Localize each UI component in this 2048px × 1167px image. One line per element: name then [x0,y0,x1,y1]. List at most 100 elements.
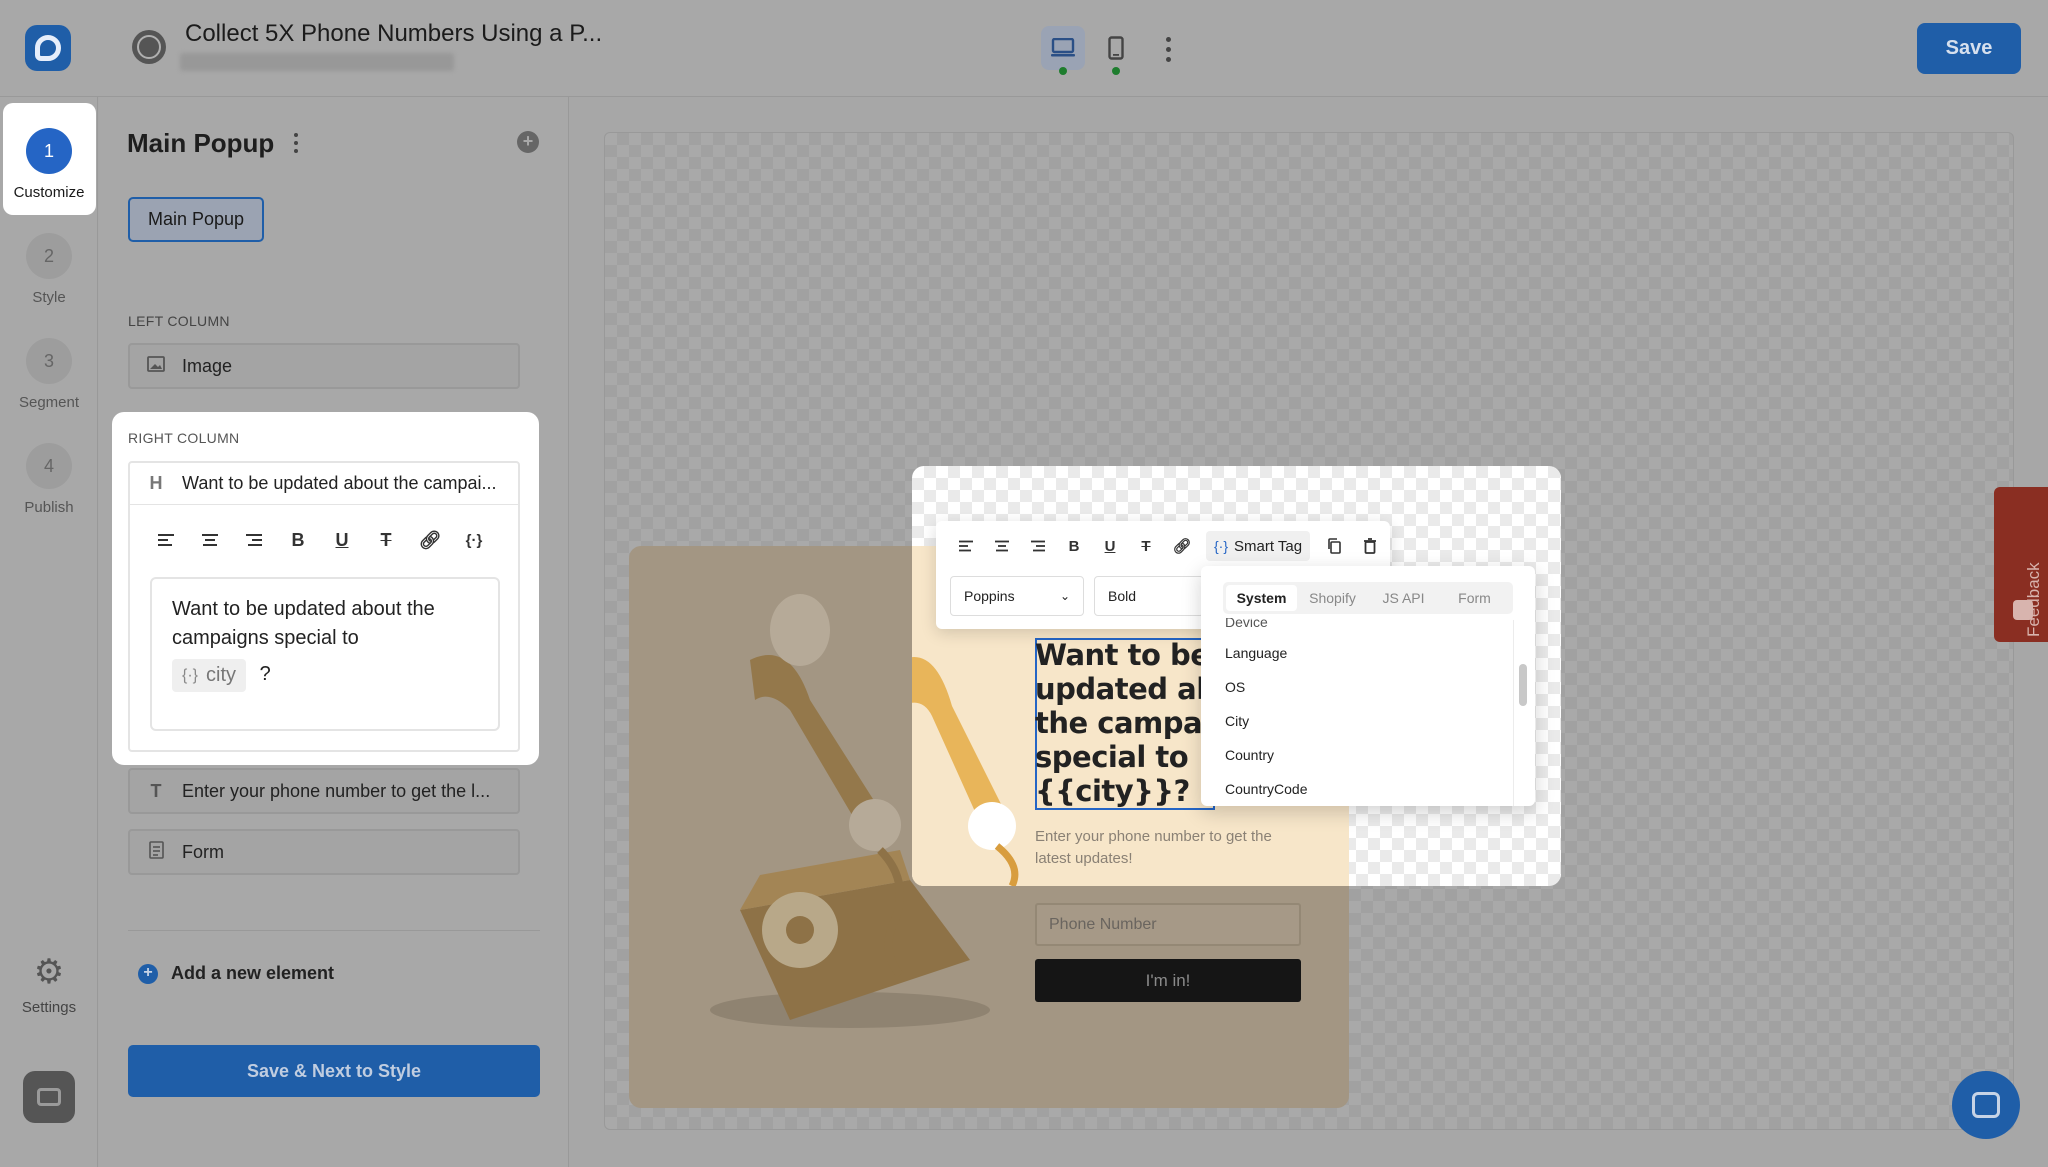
chat-launcher-button[interactable] [1952,1071,2020,1139]
panel-title: Main Popup [127,128,275,158]
align-right-icon[interactable] [232,525,276,555]
element-label: Image [182,355,233,376]
align-left-icon[interactable] [144,525,188,555]
list-item[interactable]: Language [1225,636,1505,670]
laptop-icon [1051,38,1075,57]
element-label: Form [182,841,224,862]
trash-icon[interactable] [1352,531,1388,561]
list-item[interactable]: CountryCode [1225,772,1505,806]
step-number: 4 [26,443,72,489]
popup-chip[interactable]: Main Popup [128,197,265,242]
save-next-button[interactable]: Save & Next to Style [128,1045,540,1097]
smart-tag-dropdown: System Shopify JS API Form Device Langua… [1201,566,1535,806]
heading-text-editor[interactable]: Want to be updated about the campaigns s… [150,577,500,731]
tab-shopify[interactable]: Shopify [1297,585,1368,611]
list-item[interactable]: Country [1225,738,1505,772]
more-options-icon[interactable] [1160,34,1176,64]
step-label: Customize [13,184,85,201]
smart-tag-chip[interactable]: {·} city [172,659,247,692]
tab-form[interactable]: Form [1439,585,1510,611]
align-left-icon[interactable] [948,531,984,561]
list-item[interactable]: Device [1225,618,1505,636]
smart-tag-list: Device Language OS City Country CountryC… [1225,618,1505,806]
save-button[interactable]: Save [1917,23,2021,74]
strikethrough-icon[interactable]: T [1128,531,1164,561]
smart-tag-icon: {·} [1214,538,1229,554]
tab-system[interactable]: System [1226,585,1297,611]
popup-subtext: Enter your phone number to get the lates… [1035,828,1272,867]
step-style[interactable]: 2 Style [0,233,98,306]
step-number: 1 [26,128,72,174]
phone-number-input[interactable]: Phone Number [1035,903,1301,946]
link-icon[interactable]: 🔗︎ [1164,531,1200,561]
scrollbar-track[interactable] [1513,620,1525,806]
heading-icon: H [149,473,163,493]
smart-tag-label: Smart Tag [1234,537,1303,555]
right-column-label: RIGHT COLUMN [128,430,240,446]
font-weight-select[interactable]: Bold [1094,576,1204,616]
editor-suffix: ? [259,663,271,685]
step-label: Segment [18,394,80,411]
editor-text: Want to be updated about the campaigns s… [172,598,435,649]
list-item[interactable]: OS [1225,670,1505,704]
bold-icon[interactable]: B [1056,531,1092,561]
briefcase-icon[interactable] [23,1071,75,1123]
panel-more-icon[interactable] [291,131,301,155]
underline-icon[interactable]: U [1092,531,1128,561]
editor-toolbar: B U T 🔗︎ {·} [144,525,496,555]
panel-divider [128,930,540,931]
step-label: Style [32,289,66,306]
font-family-value: Poppins [964,588,1015,604]
campaign-title[interactable]: Collect 5X Phone Numbers Using a P... [185,20,602,48]
strikethrough-icon[interactable]: T [364,525,408,555]
chevron-down-icon: ⌄ [1059,589,1070,603]
desktop-status-dot [1059,67,1067,75]
format-buttons-row: B U T 🔗︎ {·} Smart Tag [948,531,1388,561]
right-column-card: RIGHT COLUMN H Want to be updated about … [112,412,539,765]
align-right-icon[interactable] [1020,531,1056,561]
heading-element[interactable]: H Want to be updated about the campai...… [128,461,520,752]
copy-icon[interactable] [1316,531,1352,561]
heading-element-header[interactable]: H Want to be updated about the campai... [130,463,518,505]
app-logo[interactable] [25,25,71,71]
mobile-icon [1108,36,1124,60]
element-row-text[interactable]: T Enter your phone number to get the l..… [128,768,520,814]
campaign-subtitle-redacted [180,53,454,71]
settings-button[interactable]: ⚙ Settings [0,955,98,1016]
step-segment[interactable]: 3 Segment [0,338,98,411]
align-center-icon[interactable] [188,525,232,555]
step-number: 3 [26,338,72,384]
element-row-form[interactable]: Form [128,829,520,875]
smart-tag-button[interactable]: {·} Smart Tag [1206,531,1311,561]
desktop-view-button[interactable] [1041,26,1085,70]
step-customize[interactable]: 1 Customize [0,128,98,201]
scrollbar-thumb[interactable] [1519,664,1527,706]
steps-rail: 1 Customize 2 Style 3 Segment 4 Publish … [0,97,98,1167]
top-bar: Collect 5X Phone Numbers Using a P... Sa… [0,0,2048,97]
globe-icon[interactable] [132,30,166,64]
cta-button[interactable]: I'm in! [1035,959,1301,1002]
feedback-tab[interactable]: Feedback [1994,487,2048,642]
add-element-label: Add a new element [171,963,335,983]
font-family-select[interactable]: Poppins ⌄ [950,576,1084,616]
settings-label: Settings [21,999,77,1016]
element-row-image[interactable]: Image [128,343,520,389]
bold-icon[interactable]: B [276,525,320,555]
add-popup-icon[interactable]: + [517,131,539,153]
list-item[interactable]: City [1225,704,1505,738]
step-publish[interactable]: 4 Publish [0,443,98,516]
font-weight-value: Bold [1108,588,1137,604]
smart-tag-tabs: System Shopify JS API Form [1223,582,1513,614]
smart-tag-icon[interactable]: {·} [452,525,496,555]
underline-icon[interactable]: U [320,525,364,555]
add-element-button[interactable]: + Add a new element [138,963,334,984]
tab-js-api[interactable]: JS API [1368,585,1439,611]
plus-icon: + [138,963,158,984]
mobile-view-button[interactable] [1094,26,1138,70]
element-label: Enter your phone number to get the l... [182,780,491,801]
smart-tag-chip-icon: {·} [182,667,199,684]
text-icon: T [150,780,162,801]
align-center-icon[interactable] [984,531,1020,561]
link-icon[interactable]: 🔗︎ [408,525,452,555]
mobile-status-dot [1112,67,1120,75]
